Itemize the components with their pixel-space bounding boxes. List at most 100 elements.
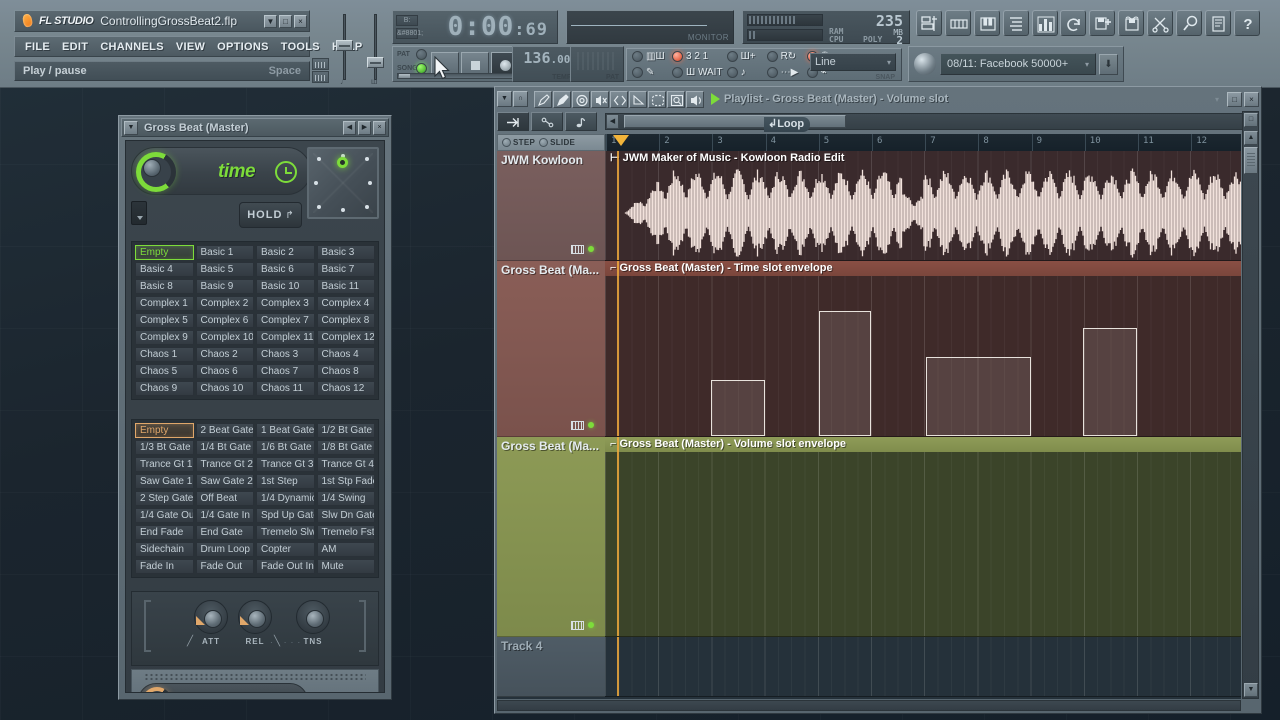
save-new-version-button[interactable] <box>1089 10 1115 36</box>
time-preset-cell-3[interactable]: Basic 3 <box>316 245 375 260</box>
vscroll-maximize-button[interactable]: □ <box>1244 113 1258 127</box>
pattern-selector-panel[interactable]: PAT <box>570 46 624 82</box>
volume-preset-cell-11[interactable]: Trance Gt 4 <box>316 457 375 472</box>
envelope-block-1[interactable] <box>819 311 871 436</box>
preset-dropdown-button[interactable] <box>131 201 147 225</box>
volume-preset-cell-13[interactable]: Saw Gate 2 <box>195 474 254 489</box>
time-preset-cell-25[interactable]: Chaos 2 <box>195 347 254 362</box>
volume-preset-cell-25[interactable]: End Gate <box>195 525 254 540</box>
gross-beat-menu-button[interactable]: ▼ <box>124 120 138 135</box>
browser-button[interactable] <box>1003 10 1029 36</box>
step-edit-led[interactable] <box>726 67 738 78</box>
playlist-maximize-button[interactable]: □ <box>1227 91 1242 107</box>
tempo-value[interactable]: 136.000 <box>523 49 577 67</box>
playlist-close-button[interactable]: × <box>1244 91 1259 107</box>
time-display-panel[interactable]: B: &#8801; 0:00:69 <box>392 10 558 44</box>
time-preset-cell-9[interactable]: Basic 9 <box>195 279 254 294</box>
volume-preset-cell-18[interactable]: 1/4 Dynamic <box>256 491 315 506</box>
time-preset-cell-11[interactable]: Basic 11 <box>316 279 375 294</box>
time-preset-cell-31[interactable]: Chaos 8 <box>316 364 375 379</box>
track-lane-1[interactable]: ⊢ JWM Maker of Music - Kowloon Radio Edi… <box>605 151 1241 261</box>
playlist-vertical-scrollbar[interactable]: □ ▲ ▼ <box>1242 111 1259 699</box>
vscroll-down-button[interactable]: ▼ <box>1244 683 1258 697</box>
volume-preset-cell-27[interactable]: Tremelo Fst <box>316 525 375 540</box>
toggle-step-edit[interactable]: ♪ <box>726 66 763 79</box>
playlist-button[interactable] <box>916 10 942 36</box>
volume-preset-cell-2[interactable]: 1 Beat Gate <box>256 423 315 438</box>
time-preset-cell-10[interactable]: Basic 10 <box>256 279 315 294</box>
track-lane-3[interactable]: ⌐ Gross Beat (Master) - Volume slot enve… <box>605 437 1241 658</box>
pattern-mode-led[interactable] <box>416 49 427 60</box>
menu-view[interactable]: VIEW <box>170 39 211 55</box>
volume-preset-cell-12[interactable]: Saw Gate 1 <box>135 474 194 489</box>
volume-preset-cell-3[interactable]: 1/2 Bt Gate <box>316 423 375 438</box>
xy-pad[interactable] <box>307 147 379 219</box>
xy-active-point[interactable] <box>337 157 348 168</box>
help-button[interactable]: ? <box>1234 10 1260 36</box>
slip-tool[interactable] <box>610 90 628 108</box>
attack-knob[interactable] <box>194 600 228 634</box>
time-preset-cell-2[interactable]: Basic 2 <box>256 245 315 260</box>
record-audio-button[interactable] <box>1176 10 1202 36</box>
xy-dot-mr[interactable] <box>368 181 372 185</box>
time-preset-cell-33[interactable]: Chaos 10 <box>195 381 254 396</box>
playlist-horizontal-scrollbar[interactable]: ◀ ▶ <box>605 113 1257 130</box>
time-preset-cell-23[interactable]: Complex 12 <box>316 330 375 345</box>
volume-preset-cell-4[interactable]: 1/3 Bt Gate <box>135 440 194 455</box>
volume-preset-cell-31[interactable]: AM <box>316 542 375 557</box>
track-label-3[interactable]: Gross Beat (Ma... <box>497 437 605 637</box>
volume-preset-cell-26[interactable]: Tremelo Slw <box>256 525 315 540</box>
news-dropdown[interactable]: 08/11: Facebook 50000+ ▾ <box>940 53 1096 75</box>
snap-dropdown[interactable]: Line ▾ <box>810 53 896 71</box>
select-tool[interactable] <box>648 90 666 108</box>
volume-preset-cell-20[interactable]: 1/4 Gate Out <box>135 508 194 523</box>
step-led[interactable] <box>502 138 511 147</box>
release-knob[interactable] <box>238 600 272 634</box>
time-preset-cell-18[interactable]: Complex 7 <box>256 313 315 328</box>
time-preset-cell-35[interactable]: Chaos 12 <box>316 381 375 396</box>
vscroll-up-button[interactable]: ▲ <box>1244 131 1258 145</box>
blend-notes-led[interactable] <box>766 51 778 62</box>
close-button[interactable]: × <box>294 14 307 28</box>
pitch-fader-handle[interactable] <box>336 40 353 51</box>
time-mode-row-1[interactable]: B: <box>396 15 418 26</box>
timeline-ruler[interactable]: 1 2 3 4 5 6 7 8 9 10 11 12 ↲Loop <box>605 117 1241 151</box>
gross-beat-close-button[interactable]: × <box>373 120 386 135</box>
volume-preset-cell-35[interactable]: Mute <box>316 559 375 574</box>
news-download-button[interactable]: ⬇ <box>1099 53 1118 75</box>
hold-button[interactable]: HOLD ↱ <box>239 202 302 228</box>
mixer-button[interactable] <box>1032 10 1058 36</box>
volume-preset-cell-9[interactable]: Trance Gt 2 <box>195 457 254 472</box>
track-lane-2[interactable]: ⌐ Gross Beat (Master) - Time slot envelo… <box>605 261 1241 437</box>
xy-dot-ml[interactable] <box>314 181 318 185</box>
xy-dot-br[interactable] <box>365 205 369 209</box>
time-preset-cell-12[interactable]: Complex 1 <box>135 296 194 311</box>
toggle-wait-for-input[interactable]: Ш WAIT <box>672 66 723 79</box>
track-icons-2[interactable] <box>571 419 597 431</box>
track-icons-1[interactable] <box>571 243 597 255</box>
metronome-led[interactable] <box>726 51 738 62</box>
draw-tool[interactable] <box>534 90 552 108</box>
tension-knob[interactable] <box>296 600 330 634</box>
volume-preset-cell-8[interactable]: Trance Gt 1 <box>135 457 194 472</box>
notes-button[interactable] <box>1205 10 1231 36</box>
volume-preset-cell-34[interactable]: Fade Out In <box>256 559 315 574</box>
time-preset-cell-6[interactable]: Basic 6 <box>256 262 315 277</box>
time-knob[interactable] <box>143 159 161 177</box>
paint-tool[interactable] <box>553 90 571 108</box>
time-preset-cell-7[interactable]: Basic 7 <box>316 262 375 277</box>
volume-preset-cell-15[interactable]: 1st Stp Fade <box>316 474 375 489</box>
volume-preset-cell-22[interactable]: Spd Up Gate <box>256 508 315 523</box>
xy-dot-tl[interactable] <box>317 157 321 161</box>
step-toggle[interactable]: STEP <box>502 138 535 147</box>
time-preset-cell-30[interactable]: Chaos 7 <box>256 364 315 379</box>
volume-preset-cell-23[interactable]: Slw Dn Gate <box>316 508 375 523</box>
menu-file[interactable]: FILE <box>19 39 56 55</box>
countdown-led[interactable] <box>672 51 683 62</box>
time-preset-cell-20[interactable]: Complex 9 <box>135 330 194 345</box>
track-label-2[interactable]: Gross Beat (Ma... <box>497 261 605 437</box>
time-preset-cell-24[interactable]: Chaos 1 <box>135 347 194 362</box>
playlist-menu-button[interactable]: ▼ <box>497 91 512 107</box>
slide-led[interactable] <box>539 138 549 147</box>
volume-preset-cell-1[interactable]: 2 Beat Gate <box>195 423 254 438</box>
